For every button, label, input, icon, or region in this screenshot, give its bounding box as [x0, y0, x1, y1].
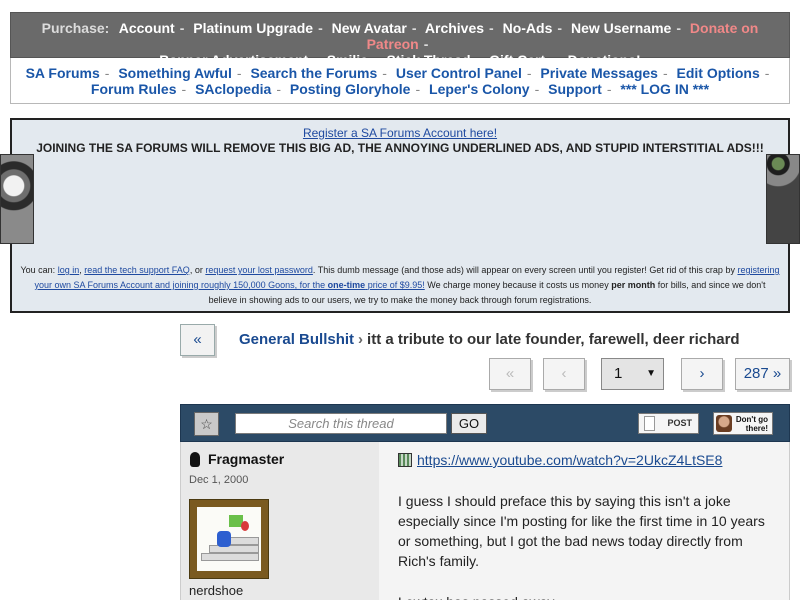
- next-page-button[interactable]: ›: [681, 358, 723, 390]
- last-page-button[interactable]: 287 »: [735, 358, 790, 390]
- separator: -: [382, 65, 387, 81]
- dont-go-there-button[interactable]: Don't go there!: [713, 412, 773, 435]
- purchase-noads-link[interactable]: No-Ads: [503, 20, 553, 36]
- cat-ad-image-left: [0, 154, 34, 244]
- video-link-row: https://www.youtube.com/watch?v=2UkcZ4Lt…: [398, 452, 722, 468]
- ad-faq-link[interactable]: read the tech support FAQ: [84, 265, 190, 275]
- purchase-bar: Purchase: Account - Platinum Upgrade - New…: [10, 12, 790, 68]
- nav-edit-options[interactable]: Edit Options: [677, 65, 760, 81]
- ad-text: per month: [611, 280, 656, 290]
- register-ad-box: Register a SA Forums Account here! JOINI…: [10, 118, 790, 313]
- purchase-username-link[interactable]: New Username: [571, 20, 671, 36]
- chevron-down-icon: ▼: [646, 368, 656, 379]
- nav-lepers-colony[interactable]: Leper's Colony: [429, 81, 530, 97]
- nav-pm[interactable]: Private Messages: [540, 65, 658, 81]
- separator: -: [415, 81, 421, 97]
- separator: -: [236, 65, 242, 81]
- document-icon: [644, 416, 655, 431]
- first-page-button[interactable]: «: [489, 358, 531, 390]
- nav-something-awful[interactable]: Something Awful: [118, 65, 232, 81]
- search-go-button[interactable]: GO: [451, 413, 487, 434]
- separator: -: [526, 65, 532, 81]
- separator: -: [423, 36, 429, 52]
- video-icon: [398, 453, 412, 467]
- youtube-link[interactable]: https://www.youtube.com/watch?v=2UkcZ4Lt…: [417, 452, 722, 468]
- post-user-title: nerdshoe: [189, 583, 244, 598]
- nav-sa-forums[interactable]: SA Forums: [26, 65, 100, 81]
- post-body: https://www.youtube.com/watch?v=2UkcZ4Lt…: [379, 442, 789, 600]
- grenade-icon: [190, 452, 200, 467]
- breadcrumb-forum-link[interactable]: General Bullshit: [239, 331, 354, 348]
- cat-ad-image-right: [766, 154, 800, 244]
- purchase-label: Purchase:: [41, 20, 110, 36]
- separator: -: [411, 20, 417, 36]
- ad-link-text: price of $9.95!: [367, 280, 425, 290]
- page-select-value: 1: [614, 365, 623, 382]
- ad-text: ,: [79, 265, 82, 275]
- dont-go-there-label: Don't go there!: [735, 415, 768, 433]
- separator: -: [764, 65, 770, 81]
- ad-text: , or: [189, 265, 203, 275]
- page-select[interactable]: 1 ▼: [601, 358, 664, 390]
- separator: -: [662, 65, 668, 81]
- avatar: [189, 499, 269, 579]
- separator: -: [557, 20, 563, 36]
- separator: -: [179, 20, 185, 36]
- post-paragraph: Lowtax has passed away.: [398, 592, 780, 600]
- post-username[interactable]: Fragmaster: [208, 451, 284, 467]
- thread-toolbar: ☆ Search this thread GO POST Don't go th…: [180, 404, 790, 442]
- ad-headline: JOINING THE SA FORUMS WILL REMOVE THIS B…: [36, 141, 764, 155]
- separator: -: [676, 20, 682, 36]
- separator: -: [489, 20, 494, 36]
- face-icon: [716, 415, 732, 432]
- nav-gloryhole[interactable]: Posting Gloryhole: [290, 81, 411, 97]
- post-paragraph: I guess I should preface this by saying …: [398, 493, 765, 569]
- nav-login[interactable]: *** LOG IN ***: [620, 81, 709, 97]
- breadcrumb: General Bullshit › itt a tribute to our la…: [239, 331, 740, 348]
- nav-search[interactable]: Search the Forums: [250, 65, 377, 81]
- avatar-stair: [201, 553, 259, 561]
- post: Fragmaster Dec 1, 2000 nerdshoe https://…: [180, 442, 790, 600]
- ad-message: You can: log in, read the tech support F…: [20, 263, 780, 308]
- avatar-figure: [217, 531, 231, 547]
- post-user-info: Fragmaster Dec 1, 2000 nerdshoe: [181, 442, 379, 600]
- separator: -: [534, 81, 540, 97]
- post-regdate: Dec 1, 2000: [189, 474, 249, 486]
- back-button[interactable]: «: [180, 324, 215, 356]
- bookmark-star-icon[interactable]: ☆: [194, 412, 219, 436]
- thread-title: itt a tribute to our late founder, farew…: [367, 331, 740, 348]
- separator: -: [104, 65, 110, 81]
- breadcrumb-arrow: ›: [358, 331, 364, 348]
- purchase-platinum-link[interactable]: Platinum Upgrade: [193, 20, 313, 36]
- ad-text: You can:: [20, 265, 56, 275]
- register-link[interactable]: Register a SA Forums Account here!: [12, 126, 788, 140]
- avatar-stair: [209, 545, 259, 553]
- nav-ucp[interactable]: User Control Panel: [396, 65, 522, 81]
- nav-saclopedia[interactable]: SAclopedia: [195, 81, 271, 97]
- post-reply-button[interactable]: POST: [638, 413, 699, 434]
- main-nav: SA Forums - Something Awful - Search the F…: [10, 58, 790, 104]
- ad-text: We charge money because it costs us mone…: [427, 280, 609, 290]
- ad-login-link[interactable]: log in: [58, 265, 80, 275]
- ad-lost-password-link[interactable]: request your lost password: [205, 265, 313, 275]
- thread-search-input[interactable]: Search this thread: [235, 413, 447, 434]
- purchase-archives-link[interactable]: Archives: [425, 20, 484, 36]
- purchase-avatar-link[interactable]: New Avatar: [332, 20, 407, 36]
- purchase-account-link[interactable]: Account: [119, 20, 175, 36]
- nav-support[interactable]: Support: [548, 81, 602, 97]
- separator: -: [318, 20, 323, 36]
- separator: -: [181, 81, 187, 97]
- ad-text: . This dumb message (and those ads) will…: [312, 265, 735, 275]
- post-reply-label: POST: [667, 418, 692, 428]
- avatar-figure: [241, 521, 249, 531]
- separator: -: [276, 81, 281, 97]
- avatar-picture: [197, 507, 261, 571]
- prev-page-button[interactable]: ‹: [543, 358, 585, 390]
- nav-forum-rules[interactable]: Forum Rules: [91, 81, 177, 97]
- ad-link-text: one-time: [327, 280, 366, 290]
- separator: -: [606, 81, 612, 97]
